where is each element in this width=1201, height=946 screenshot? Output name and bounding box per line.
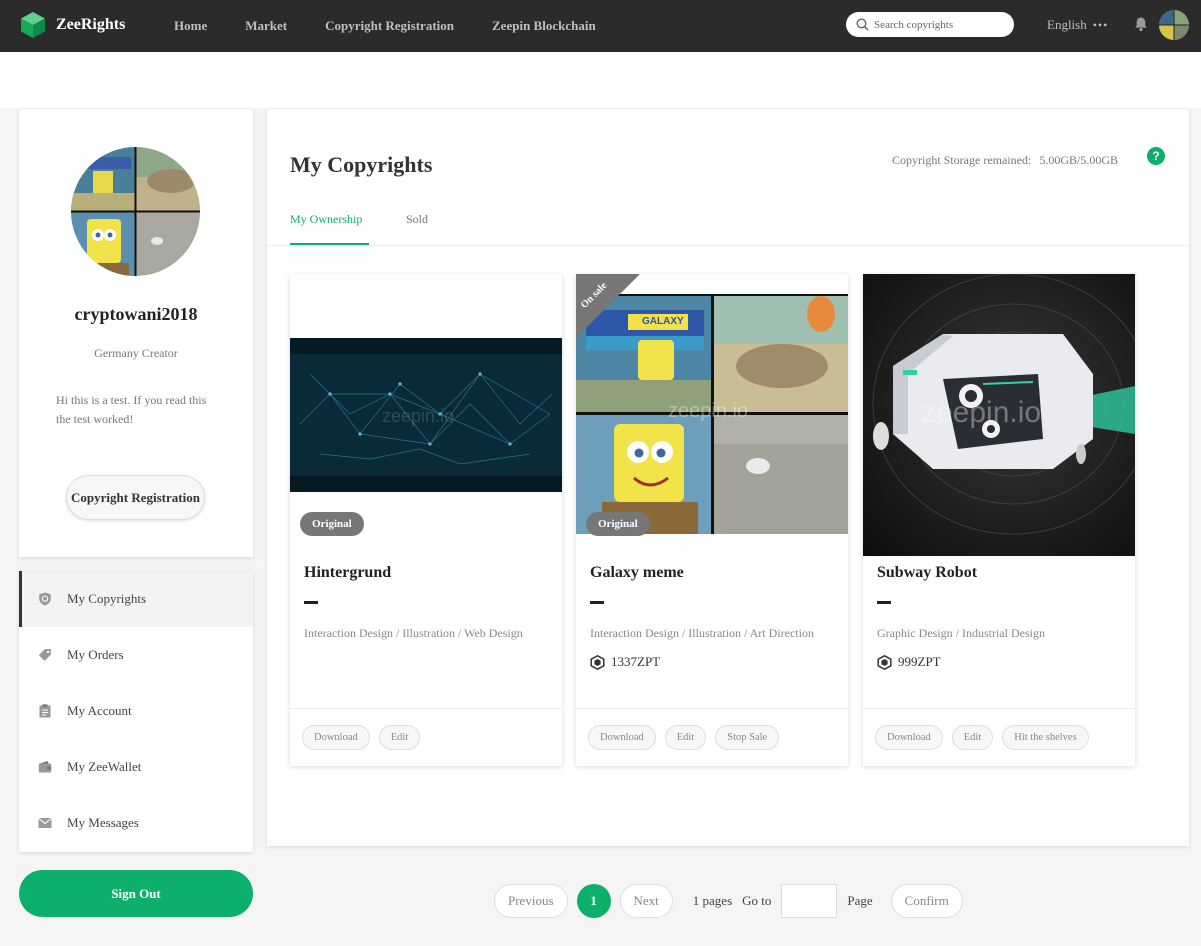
copyright-card[interactable]: zeepin.io Original Hintergrund Interacti… xyxy=(290,274,562,766)
goto-page-input[interactable] xyxy=(781,884,838,918)
edit-button[interactable]: Edit xyxy=(951,725,994,750)
search-icon xyxy=(856,18,869,31)
edit-button[interactable]: Edit xyxy=(664,725,707,750)
search-box[interactable] xyxy=(846,12,1014,37)
sidebar-item-my-account[interactable]: My Account xyxy=(19,683,253,739)
user-avatar xyxy=(71,147,200,276)
sidebar-item-label: My Copyrights xyxy=(67,591,147,606)
copyright-card[interactable]: GALAXY zeepin.io On sale Original Galaxy… xyxy=(576,274,848,766)
edit-button[interactable]: Edit xyxy=(378,725,421,750)
top-navbar: ZeeRights Home Market Copyright Registra… xyxy=(0,0,1201,52)
card-divider xyxy=(877,601,891,604)
nav-copyright-registration[interactable]: Copyright Registration xyxy=(325,18,454,34)
cube-logo-icon xyxy=(21,12,45,38)
original-badge: Original xyxy=(300,512,364,536)
storage-info: Copyright Storage remained: 5.00GB/5.00G… xyxy=(892,153,1118,168)
help-icon[interactable]: ? xyxy=(1147,147,1165,165)
card-tags: Interaction Design / Illustration / Art … xyxy=(590,626,814,640)
profile-role: Germany Creator xyxy=(94,346,178,360)
mail-icon xyxy=(38,818,52,828)
sidebar-item-label: My Messages xyxy=(67,815,139,830)
next-page-button[interactable]: Next xyxy=(619,884,673,918)
download-button[interactable]: Download xyxy=(302,725,370,750)
zpt-token-icon xyxy=(877,654,892,670)
page-number-current[interactable]: 1 xyxy=(576,884,611,918)
language-label: English xyxy=(1047,17,1087,32)
thumbnail-watermark: zeepin.io xyxy=(921,396,1042,429)
page-top-strip xyxy=(0,52,1201,108)
page-title: My Copyrights xyxy=(290,152,433,177)
nav-market[interactable]: Market xyxy=(245,18,287,34)
sidebar-item-my-zeewallet[interactable]: My ZeeWallet xyxy=(19,739,253,795)
card-title[interactable]: Hintergrund xyxy=(304,564,391,582)
card-thumbnail[interactable]: zeepin.io xyxy=(863,274,1135,556)
price-value: 1337ZPT xyxy=(611,654,661,669)
brand-logo[interactable]: ZeeRights xyxy=(20,11,125,39)
sidebar-item-my-messages[interactable]: My Messages xyxy=(19,795,253,851)
download-button[interactable]: Download xyxy=(875,725,943,750)
card-price: 999ZPT xyxy=(877,654,941,670)
sidebar-menu: My Copyrights My Orders My Account My Ze… xyxy=(19,571,253,852)
download-button[interactable]: Download xyxy=(588,725,656,750)
storage-label: Copyright Storage remained: xyxy=(892,153,1032,167)
search-input[interactable] xyxy=(874,18,1004,31)
clipboard-icon xyxy=(39,704,51,718)
card-actions: Download Edit Stop Sale xyxy=(576,708,848,766)
profile-card: cryptowani2018 Germany Creator Hi this i… xyxy=(19,109,253,557)
card-price: 1337ZPT xyxy=(590,654,660,670)
tab-my-ownership[interactable]: My Ownership xyxy=(290,212,362,227)
copyright-shield-icon xyxy=(39,592,51,606)
copyright-registration-button[interactable]: Copyright Registration xyxy=(66,475,205,520)
goto-label: Go to xyxy=(742,893,772,908)
sidebar-item-label: My Orders xyxy=(67,647,124,662)
card-tags: Interaction Design / Illustration / Web … xyxy=(304,626,523,640)
card-actions: Download Edit Hit the shelves xyxy=(863,708,1135,766)
sign-out-button[interactable]: Sign Out xyxy=(19,870,253,917)
card-divider xyxy=(590,601,604,604)
active-tab-indicator xyxy=(290,243,369,245)
hit-the-shelves-button[interactable]: Hit the shelves xyxy=(1002,725,1089,750)
tab-sold[interactable]: Sold xyxy=(406,212,428,227)
previous-page-button[interactable]: Previous xyxy=(494,884,568,918)
nav-home[interactable]: Home xyxy=(174,18,207,34)
price-value: 999ZPT xyxy=(898,654,941,669)
zpt-token-icon xyxy=(590,654,605,670)
thumbnail-watermark: zeepin.io xyxy=(668,400,749,422)
page-label: Page xyxy=(847,893,873,908)
language-selector[interactable]: English ••• xyxy=(1047,17,1108,33)
original-badge: Original xyxy=(586,512,650,536)
sidebar-item-label: My Account xyxy=(67,703,132,718)
stop-sale-button[interactable]: Stop Sale xyxy=(715,725,780,750)
sidebar-item-my-copyrights[interactable]: My Copyrights xyxy=(19,571,253,627)
brand-name: ZeeRights xyxy=(56,16,126,33)
card-title[interactable]: Subway Robot xyxy=(877,564,977,582)
total-pages-text: 1 pages xyxy=(692,893,733,908)
galaxy-sign-text: GALAXY xyxy=(642,316,684,327)
main-nav: Home Market Copyright Registration Zeepi… xyxy=(174,0,634,52)
sidebar-item-my-orders[interactable]: My Orders xyxy=(19,627,253,683)
main-panel: My Copyrights Copyright Storage remained… xyxy=(267,109,1189,846)
card-title[interactable]: Galaxy meme xyxy=(590,564,684,582)
confirm-page-button[interactable]: Confirm xyxy=(890,884,963,918)
bell-icon[interactable] xyxy=(1133,16,1149,32)
sidebar-item-label: My ZeeWallet xyxy=(67,759,142,774)
user-avatar-small[interactable] xyxy=(1159,10,1189,40)
pagination: Previous 1 Next 1 pages Go to Page Confi… xyxy=(494,884,963,918)
copyright-card[interactable]: zeepin.io Subway Robot Graphic Design / … xyxy=(863,274,1135,766)
more-dots-icon: ••• xyxy=(1092,17,1109,32)
profile-username: cryptowani2018 xyxy=(74,304,198,324)
tab-bar: My Ownership Sold xyxy=(267,204,1189,246)
card-actions: Download Edit xyxy=(290,708,562,766)
thumbnail-watermark: zeepin.io xyxy=(382,406,455,426)
wallet-icon xyxy=(38,761,52,773)
nav-zeepin-blockchain[interactable]: Zeepin Blockchain xyxy=(492,18,596,34)
card-tags: Graphic Design / Industrial Design xyxy=(877,626,1045,640)
tag-icon xyxy=(38,649,51,661)
profile-bio: Hi this is a test. If you read this the … xyxy=(56,393,207,426)
storage-value: 5.00GB/5.00GB xyxy=(1039,153,1118,167)
card-divider xyxy=(304,601,318,604)
